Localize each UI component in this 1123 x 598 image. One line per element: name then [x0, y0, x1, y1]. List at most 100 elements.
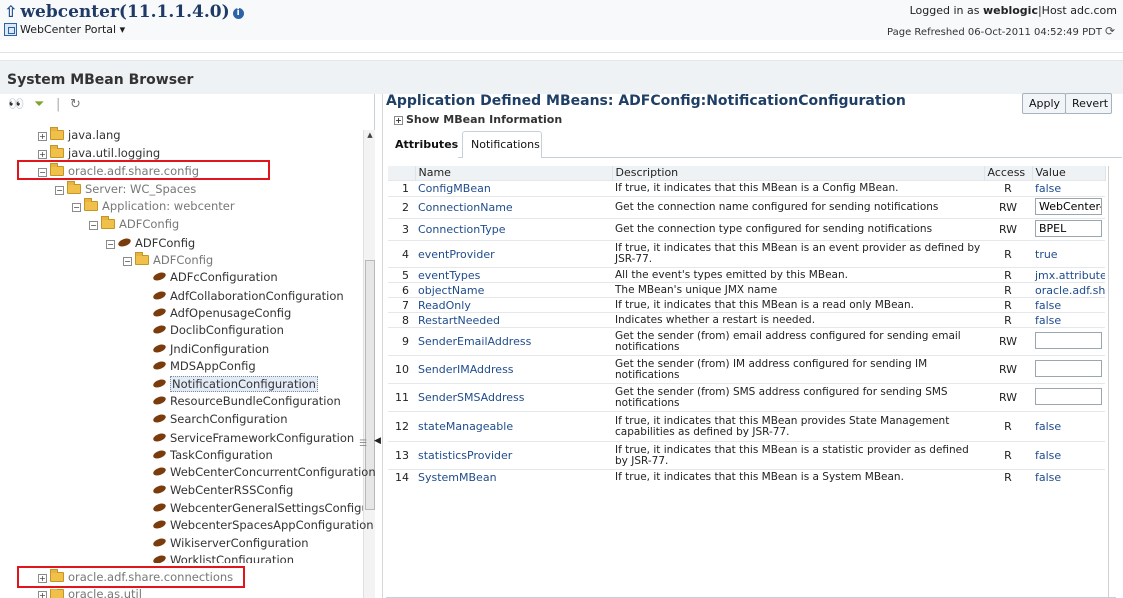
bean-icon — [152, 448, 167, 461]
tab-attributes[interactable]: Attributes — [386, 131, 458, 158]
expand-icon[interactable]: + — [38, 150, 47, 159]
table-row[interactable]: 13 statisticsProvider If true, it indicate… — [388, 441, 1105, 470]
tree-leaf[interactable]: ServiceFrameworkConfiguration — [152, 430, 354, 446]
table-row[interactable]: 12 stateManageable If true, it indicates t… — [388, 411, 1105, 442]
tab-notifications[interactable]: Notifications — [462, 131, 542, 158]
panel-splitter[interactable] — [375, 94, 383, 598]
revert-button[interactable]: Revert — [1065, 93, 1112, 114]
collapse-icon[interactable]: − — [89, 221, 98, 230]
table-row[interactable]: 5 eventTypes All the event's types emitted… — [388, 267, 1105, 283]
bean-icon — [152, 289, 167, 302]
expand-icon[interactable]: + — [394, 116, 403, 125]
col-value[interactable]: Value — [1032, 166, 1106, 181]
portal-icon — [4, 23, 17, 36]
refresh-icon[interactable]: ⟳ — [1105, 24, 1115, 38]
binoculars-icon[interactable]: 👀 — [8, 97, 24, 112]
tree-node-application[interactable]: − Application: webcenter — [72, 198, 235, 214]
connection-name-input[interactable]: WebCenter-V — [1035, 197, 1102, 215]
tree-leaf[interactable]: ResourceBundleConfiguration — [152, 393, 341, 409]
col-access[interactable]: Access — [984, 166, 1033, 181]
tree-leaf[interactable]: WikiserverConfiguration — [152, 535, 309, 551]
tree-node-adfconfig-folder[interactable]: − ADFConfig — [89, 216, 179, 232]
filter-icon[interactable]: ⏷ — [34, 97, 44, 112]
tree-leaf[interactable]: DoclibConfiguration — [152, 322, 284, 338]
tree-leaf[interactable]: WebCenterRSSConfig — [152, 482, 293, 498]
sender-email-input[interactable] — [1035, 331, 1102, 349]
tree-leaf[interactable]: WorklistConfiguration — [153, 553, 294, 563]
folder-icon — [84, 198, 98, 211]
col-name[interactable]: Name — [415, 166, 613, 181]
collapse-left-icon[interactable]: ◀ — [374, 436, 381, 447]
table-row[interactable]: 8 RestartNeeded Indicates whether a restar… — [388, 312, 1105, 328]
collapse-icon[interactable]: − — [72, 203, 81, 212]
connection-type-input[interactable]: BPEL — [1035, 219, 1102, 237]
expand-icon[interactable]: + — [38, 132, 47, 141]
up-arrow-icon[interactable]: ⇧ — [4, 2, 17, 21]
caret-down-icon: ▾ — [119, 23, 126, 36]
tree-node-java-lang[interactable]: + java.lang — [38, 127, 121, 143]
col-description[interactable]: Description — [612, 166, 985, 181]
table-header-row: Name Description Access Value — [388, 166, 1106, 181]
expand-icon[interactable]: + — [38, 591, 47, 598]
sender-sms-input[interactable] — [1035, 387, 1102, 405]
table-row[interactable]: 2 ConnectionName Get the connection name c… — [388, 196, 1105, 219]
tree-leaf[interactable]: JndiConfiguration — [152, 341, 269, 357]
bean-icon — [152, 306, 167, 319]
tree-node-adfconfig-bean[interactable]: − ADFConfig — [106, 235, 195, 251]
host-label: |Host — [1037, 4, 1067, 17]
collapse-icon[interactable]: − — [106, 240, 115, 249]
logged-in-label: Logged in as — [909, 4, 980, 17]
tree-leaf[interactable]: TaskConfiguration — [152, 447, 273, 463]
tree-leaf[interactable]: WebCenterConcurrentConfiguration — [152, 464, 376, 480]
tree-node-server[interactable]: − Server: WC_Spaces — [55, 181, 196, 197]
tree-node-java-util-logging[interactable]: + java.util.logging — [38, 145, 160, 161]
bean-icon — [152, 394, 167, 407]
splitter-grip-icon[interactable]: ☰ — [359, 439, 367, 449]
collapse-icon[interactable]: − — [123, 257, 132, 266]
table-row[interactable]: 6 objectName The MBean's unique JMX name Ro… — [388, 282, 1105, 298]
show-mbean-info[interactable]: + Show MBean Information — [394, 113, 562, 126]
bean-icon — [152, 483, 167, 496]
login-info: Logged in as weblogic|Host adc.com — [910, 4, 1117, 17]
scroll-up-icon[interactable]: ▲ — [365, 130, 375, 140]
table-row[interactable]: 1 ConfigMBean If true, it indicates that t… — [388, 180, 1105, 197]
tree-leaf[interactable]: ADFcConfiguration — [152, 269, 278, 285]
table-scrollbar[interactable] — [1108, 166, 1123, 598]
app-title-text: webcenter(11.1.1.4.0) — [20, 2, 230, 22]
content-title: Application Defined MBeans: ADFConfig:No… — [386, 93, 906, 109]
bean-icon — [152, 518, 167, 531]
tree-node-adfconfig-sub[interactable]: − ADFConfig — [123, 252, 213, 268]
bean-icon — [152, 536, 167, 549]
tree-leaf[interactable]: WebcenterSpacesAppConfiguration — [152, 517, 374, 533]
bean-icon — [152, 323, 167, 336]
sender-im-input[interactable] — [1035, 359, 1102, 377]
highlight-box — [17, 160, 270, 180]
tree-leaf[interactable]: AdfCollaborationConfiguration — [152, 288, 344, 304]
header-divider — [0, 52, 1123, 53]
folder-icon — [50, 127, 64, 140]
portal-menu[interactable]: WebCenter Portal ▾ — [4, 23, 125, 36]
tab-bar: Attributes Notifications — [386, 131, 1122, 158]
tree-leaf[interactable]: AdfOpenusageConfig — [152, 305, 291, 321]
tree-leaf-selected[interactable]: NotificationConfiguration — [152, 376, 318, 392]
bean-icon — [152, 270, 167, 283]
tree-leaf[interactable]: MDSAppConfig — [152, 358, 256, 374]
table-row[interactable]: 3 ConnectionType Get the connection type c… — [388, 218, 1105, 241]
bean-icon — [152, 359, 167, 372]
table-row[interactable]: 14 SystemMBean If true, it indicates that … — [388, 469, 1105, 486]
bean-icon — [117, 236, 132, 249]
refresh-tree-icon[interactable]: ↻ — [70, 97, 81, 112]
tree-leaf[interactable]: WebcenterGeneralSettingsConfigura — [153, 500, 363, 516]
app-title[interactable]: ⇧ webcenter(11.1.1.4.0) i — [4, 2, 244, 22]
table-row[interactable]: 10 SenderIMAddress Get the sender (from) I… — [388, 355, 1105, 384]
tree-leaf[interactable]: SearchConfiguration — [152, 411, 288, 427]
table-row[interactable]: 9 SenderEmailAddress Get the sender (from)… — [388, 327, 1105, 356]
table-row[interactable]: 4 eventProvider If true, it indicates that… — [388, 240, 1105, 268]
table-row[interactable]: 7 ReadOnly If true, it indicates that this… — [388, 297, 1105, 313]
user-name[interactable]: weblogic — [983, 4, 1038, 17]
info-icon[interactable]: i — [232, 8, 244, 19]
table-row[interactable]: 11 SenderSMSAddress Get the sender (from) … — [388, 383, 1105, 412]
apply-button[interactable]: Apply — [1022, 93, 1066, 114]
collapse-icon[interactable]: − — [55, 186, 64, 195]
tree-node-oracle-as-util[interactable]: + oracle.as.util — [38, 589, 142, 598]
